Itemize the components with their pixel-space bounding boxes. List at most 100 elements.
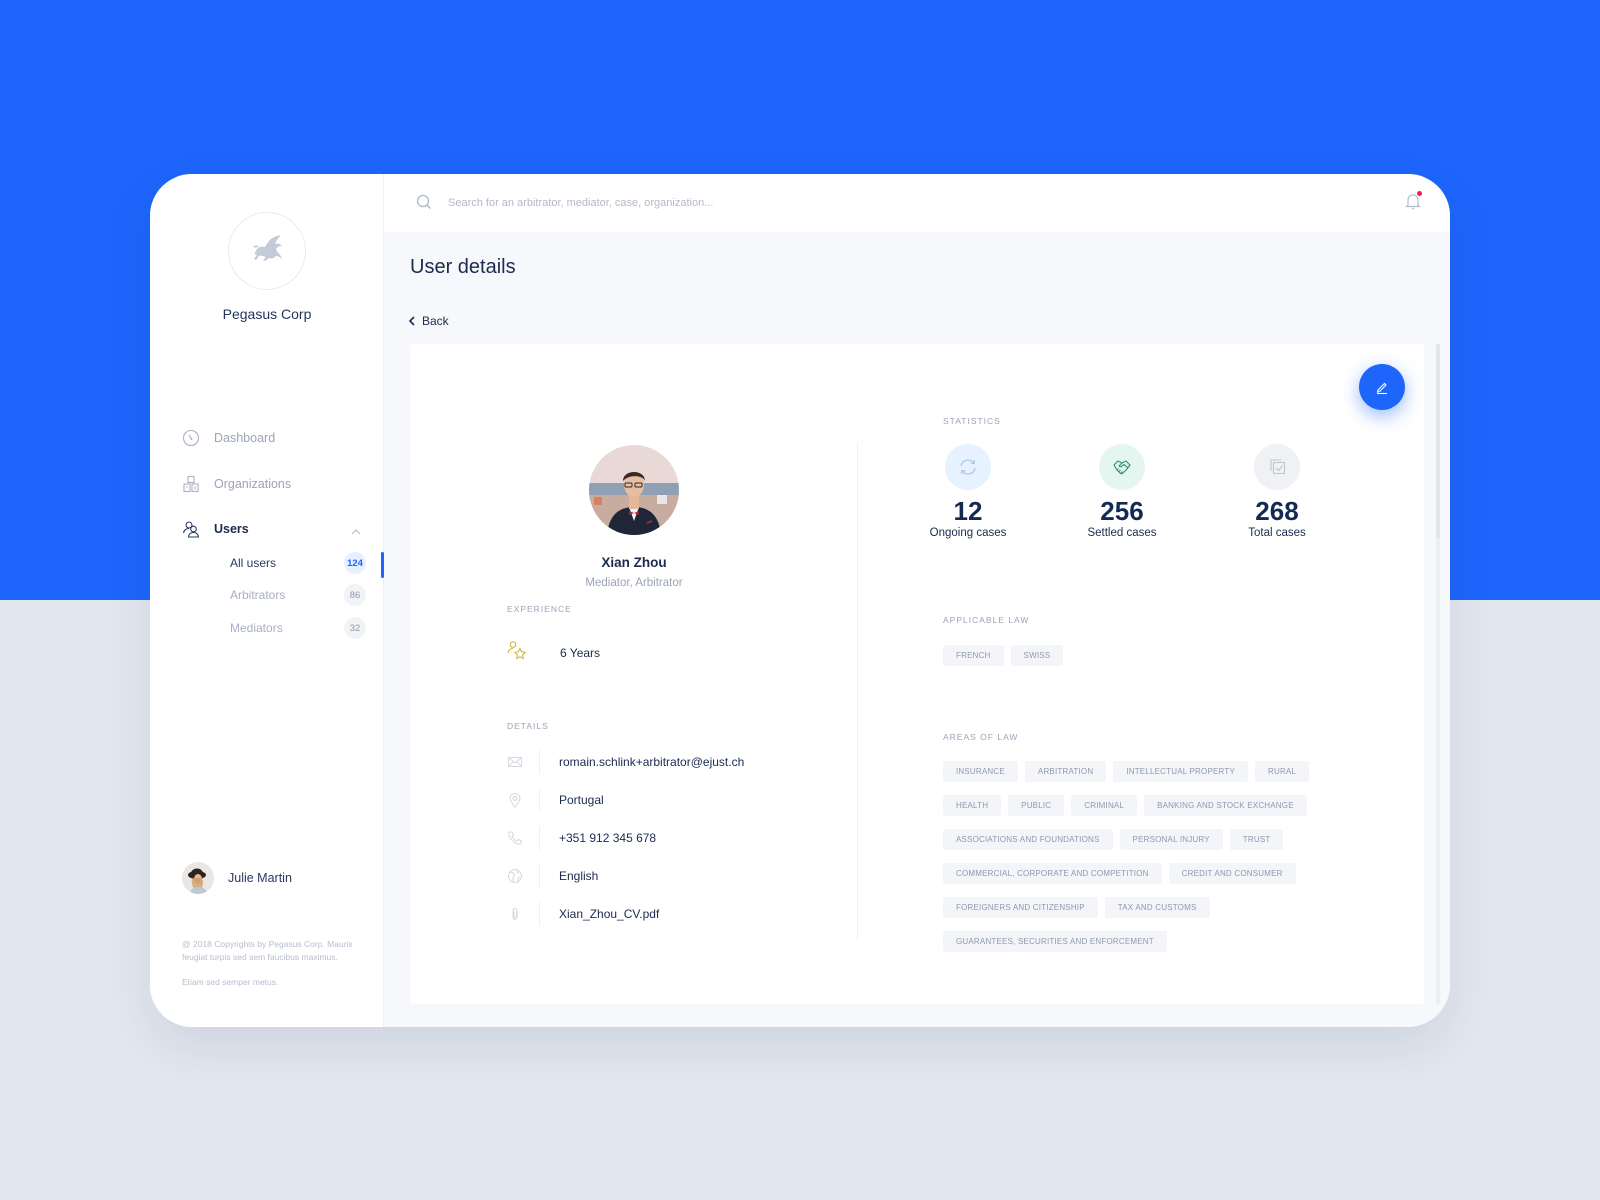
area-tag: TAX AND CUSTOMS (1104, 897, 1210, 918)
paperclip-icon (507, 906, 523, 922)
sidebar-item-label: Users (214, 522, 249, 536)
area-tag: ARBITRATION (1024, 761, 1107, 782)
avatar (182, 862, 214, 894)
area-tag: CRIMINAL (1071, 795, 1138, 816)
detail-phone: +351 912 345 678 (507, 825, 656, 851)
area-tag: INSURANCE (943, 761, 1018, 782)
refresh-icon (960, 459, 976, 475)
stat-value: 268 (1255, 496, 1299, 526)
law-tag: FRENCH (943, 645, 1004, 666)
areas-of-law-label: AREAS OF LAW (943, 732, 1019, 742)
search-input[interactable] (448, 190, 1048, 216)
count-badge: 124 (344, 552, 366, 574)
sidebar-subitem-label: Mediators (230, 621, 283, 635)
back-button[interactable]: Back (408, 314, 449, 328)
sidebar-subitem-arbitrators[interactable]: Arbitrators 86 (230, 584, 366, 606)
notification-dot (1417, 191, 1422, 196)
copy-check-icon (1270, 459, 1286, 475)
area-tag: BANKING AND STOCK EXCHANGE (1144, 795, 1307, 816)
detail-cv-attachment: Xian_Zhou_CV.pdf (507, 901, 659, 927)
area-tag: RURAL (1255, 761, 1310, 782)
detail-separator (539, 750, 540, 774)
count-badge: 32 (344, 617, 366, 639)
detail-value: English (559, 869, 599, 883)
current-user[interactable]: Julie Martin (182, 862, 292, 894)
search-icon[interactable] (416, 194, 432, 215)
app-window: Pegasus Corp Dashboard Organizations Use… (150, 174, 1450, 1027)
statistics-label: STATISTICS (943, 416, 1001, 426)
detail-value: Portugal (559, 793, 604, 807)
organizations-building-icon (182, 475, 200, 493)
bell-icon (1404, 194, 1422, 214)
back-label: Back (422, 314, 449, 328)
areas-of-law-tags: INSURANCE ARBITRATION INTELLECTUAL PROPE… (943, 761, 1343, 952)
stat-value: 12 (953, 496, 983, 526)
profile-roles: Mediator, Arbitrator (585, 577, 683, 589)
stat-settled-cases: 256 Settled cases (1062, 444, 1182, 539)
sidebar-subitem-mediators[interactable]: Mediators 32 (230, 617, 366, 639)
experience-row: 6 Years (507, 640, 600, 665)
experience-label: EXPERIENCE (507, 604, 572, 614)
org-name: Pegasus Corp (222, 306, 312, 322)
cv-file-link[interactable]: Xian_Zhou_CV.pdf (559, 907, 659, 921)
detail-location: Portugal (507, 787, 604, 813)
sidebar-subitem-label: Arbitrators (230, 588, 286, 602)
dashboard-gauge-icon (182, 429, 200, 447)
area-tag: TRUST (1229, 829, 1284, 850)
sidebar-item-users[interactable]: Users (182, 517, 372, 541)
sidebar-subitem-label: All users (230, 556, 277, 570)
area-tag: ASSOCIATIONS AND FOUNDATIONS (943, 829, 1113, 850)
law-tag: SWISS (1010, 645, 1064, 666)
experience-value: 6 Years (560, 645, 601, 660)
details-label: DETAILS (507, 721, 549, 731)
sidebar-subitem-all-users[interactable]: All users 124 (230, 552, 366, 574)
stat-value: 256 (1100, 496, 1144, 526)
sidebar-item-dashboard[interactable]: Dashboard (182, 426, 372, 450)
area-tag: FOREIGNERS AND CITIZENSHIP (943, 897, 1098, 918)
edit-button[interactable] (1359, 364, 1405, 410)
mail-icon (507, 754, 523, 770)
detail-separator (539, 788, 540, 812)
stat-caption: Total cases (1248, 527, 1306, 539)
area-tag: HEALTH (943, 795, 1002, 816)
pencil-icon (1376, 382, 1387, 395)
users-icon (182, 520, 200, 538)
pegasus-logo-icon (247, 233, 287, 270)
current-user-name: Julie Martin (228, 871, 292, 885)
scrollbar[interactable] (1436, 344, 1440, 1004)
profile-name: Xian Zhou (601, 555, 667, 570)
detail-value[interactable]: romain.schlink+arbitrator@ejust.ch (559, 755, 744, 769)
applicable-law-label: APPLICABLE LAW (943, 615, 1030, 625)
stat-caption: Ongoing cases (929, 527, 1007, 539)
column-divider (857, 442, 858, 940)
area-tag: GUARANTEES, SECURITIES AND ENFORCEMENT (943, 931, 1167, 952)
profile-photo (589, 445, 679, 535)
experience-star-user-icon (507, 640, 527, 665)
stat-total-cases: 268 Total cases (1217, 444, 1337, 539)
location-pin-icon (507, 792, 523, 808)
org-logo[interactable] (228, 212, 306, 290)
detail-value[interactable]: +351 912 345 678 (559, 831, 656, 845)
area-tag: COMMERCIAL, CORPORATE AND COMPETITION (943, 863, 1162, 884)
area-tag: PERSONAL INJURY (1119, 829, 1223, 850)
applicable-law-tags: FRENCH SWISS (943, 645, 1343, 666)
detail-separator (539, 826, 540, 850)
copy-check-icon-circle (1254, 444, 1300, 490)
phone-icon (507, 830, 523, 846)
detail-email: romain.schlink+arbitrator@ejust.ch (507, 749, 744, 775)
page-title: User details (410, 256, 516, 278)
detail-separator (539, 902, 540, 926)
area-tag: PUBLIC (1008, 795, 1065, 816)
stat-caption: Settled cases (1087, 527, 1157, 539)
sidebar: Pegasus Corp Dashboard Organizations Use… (150, 174, 384, 1027)
globe-icon (507, 868, 523, 884)
area-tag: CREDIT AND CONSUMER (1168, 863, 1296, 884)
handshake-icon-circle (1099, 444, 1145, 490)
scrollbar-thumb[interactable] (1436, 344, 1440, 539)
detail-language: English (507, 863, 598, 889)
chevron-up-icon[interactable] (350, 523, 362, 541)
notifications-button[interactable] (1404, 191, 1422, 215)
sidebar-item-organizations[interactable]: Organizations (182, 472, 372, 496)
detail-separator (539, 864, 540, 888)
sidebar-item-label: Dashboard (214, 431, 276, 445)
